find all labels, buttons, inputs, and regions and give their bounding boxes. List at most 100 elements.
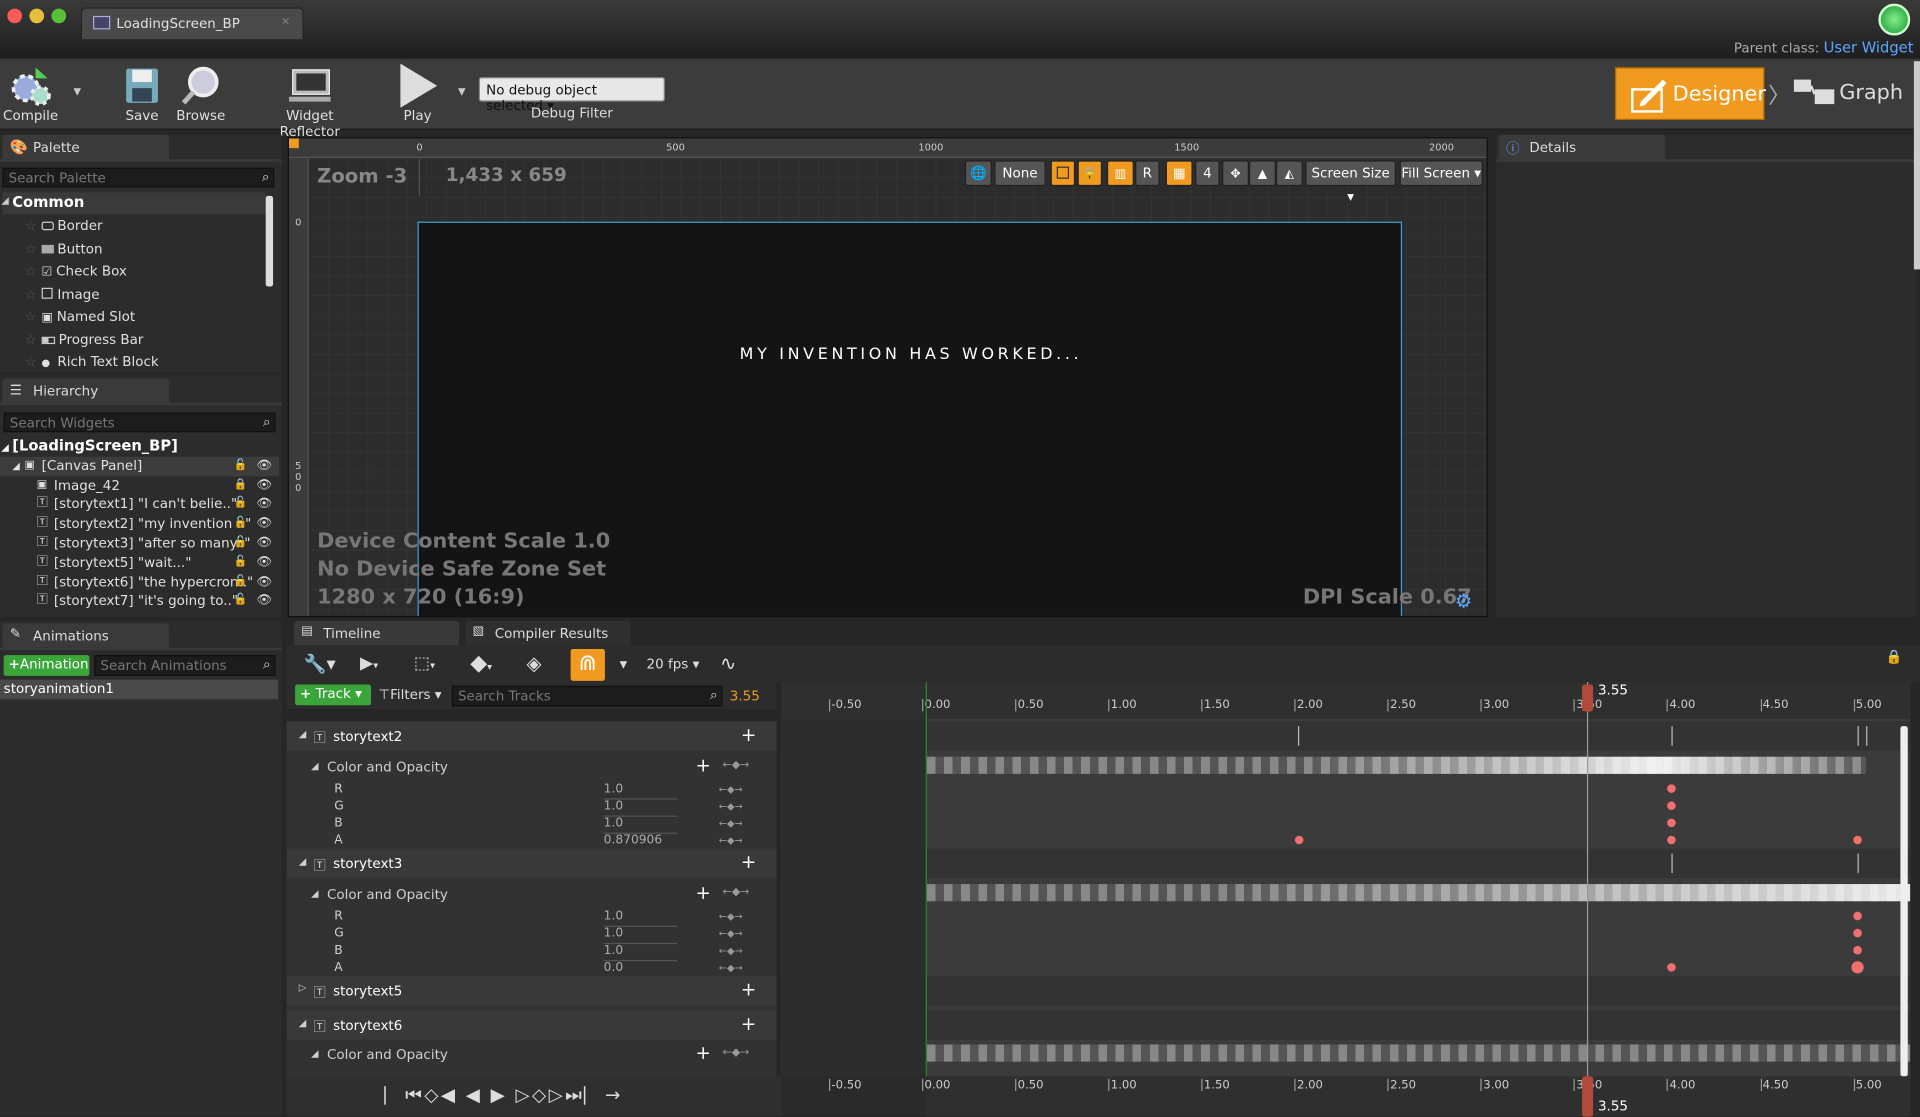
- visibility-eye-icon[interactable]: 👁: [256, 476, 272, 494]
- source-control-status-icon[interactable]: [1878, 3, 1911, 36]
- keyframe[interactable]: [1667, 818, 1676, 828]
- fps-select[interactable]: 20 fps ▾: [647, 656, 700, 672]
- screen-size-select[interactable]: Screen Size ▾: [1305, 160, 1396, 204]
- transform-mode-button[interactable]: ✥: [1222, 160, 1249, 187]
- visibility-eye-icon[interactable]: 👁: [256, 573, 272, 591]
- lock-icon[interactable]: 🔒: [234, 476, 248, 494]
- keyframe[interactable]: [1853, 928, 1862, 938]
- key-navigation-icon[interactable]: ←◆→: [719, 798, 743, 815]
- transport-buttons[interactable]: ⎸⏮◇◀ ◀ ▶ ▷◇▷⏭⎸→: [384, 1084, 622, 1106]
- add-key-plus-icon[interactable]: +: [696, 754, 711, 776]
- key-interpolation-icon[interactable]: ◆▾: [470, 650, 492, 676]
- compiler-results-tab[interactable]: ▧ Compiler Results: [465, 620, 631, 646]
- outline-toggle-button[interactable]: [1050, 160, 1076, 187]
- hierarchy-item-storytext3[interactable]: 🅃 [storytext3] "after so many.." 🔓 👁: [0, 534, 279, 553]
- track-storytext6[interactable]: ◢ 🅃 storytext6 +: [286, 1010, 777, 1040]
- keyframe[interactable]: [1667, 784, 1676, 793]
- key-navigation-icon[interactable]: ←◆→: [719, 926, 743, 943]
- palette-search-input[interactable]: Search Palette ⌕: [2, 167, 275, 188]
- playhead-handle[interactable]: [1582, 1076, 1594, 1117]
- key-navigation-icon[interactable]: ←◆→: [722, 759, 749, 771]
- minimize-window-button[interactable]: [29, 8, 45, 24]
- bottom-time-ruler[interactable]: -0.500.000.501.001.502.002.503.003.504.0…: [781, 1076, 1911, 1117]
- add-animation-button[interactable]: +Animation: [3, 655, 90, 676]
- favorite-star-icon[interactable]: ☆: [24, 263, 36, 279]
- play-button[interactable]: Play: [392, 63, 443, 124]
- add-key-plus-icon[interactable]: +: [741, 1013, 756, 1035]
- hierarchy-item-canvas-panel[interactable]: ◢ ▣ [Canvas Panel] 🔓 👁: [0, 456, 280, 476]
- key-navigation-icon[interactable]: ←◆→: [719, 943, 743, 960]
- keyframe[interactable]: [1851, 961, 1864, 974]
- maximize-window-button[interactable]: [51, 8, 67, 24]
- grid-size-button[interactable]: 4: [1195, 160, 1220, 187]
- flip-button[interactable]: ◭: [1275, 160, 1303, 187]
- unlock-icon[interactable]: 🔓: [234, 534, 248, 552]
- channel-a[interactable]: A 0.0 ←◆→: [287, 960, 771, 979]
- playback-options-icon[interactable]: ▶▾: [360, 654, 378, 674]
- designer-mode-button[interactable]: Designer: [1615, 67, 1766, 121]
- property-color-and-opacity[interactable]: ◢ Color and Opacity + ←◆→: [287, 1041, 777, 1068]
- hierarchy-root[interactable]: ◢ [LoadingScreen_BP]: [0, 437, 279, 456]
- hierarchy-search-input[interactable]: Search Widgets ⌕: [3, 412, 276, 433]
- preview-none-button[interactable]: None: [994, 160, 1046, 187]
- unlock-icon[interactable]: 🔓: [234, 456, 248, 474]
- auto-key-icon[interactable]: ◈: [527, 651, 542, 674]
- key-navigation-icon[interactable]: ←◆→: [722, 1047, 749, 1059]
- snap-toggle-button[interactable]: ▥: [1106, 160, 1134, 187]
- search-tracks-input[interactable]: Search Tracks ⌕: [451, 685, 723, 707]
- channel-b[interactable]: B 1.0 ←◆→: [287, 816, 771, 834]
- save-button[interactable]: Save: [120, 64, 164, 124]
- channel-g[interactable]: G 1.0 ←◆→: [287, 798, 771, 817]
- respect-locks-button[interactable]: R: [1135, 160, 1160, 187]
- add-track-button[interactable]: + Track ▾: [295, 684, 372, 706]
- track-storytext5[interactable]: ▷ 🅃 storytext5 +: [286, 975, 777, 1006]
- keyframe[interactable]: [1853, 911, 1862, 921]
- add-key-plus-icon[interactable]: +: [741, 724, 756, 746]
- timeline-tab[interactable]: ▤ Timeline: [293, 620, 460, 646]
- dpi-settings-gear-icon[interactable]: ⚙: [1455, 589, 1473, 612]
- canvas-story-text[interactable]: MY INVENTION HAS WORKED...: [419, 345, 1403, 363]
- compile-options-chevron-icon[interactable]: ▼: [73, 86, 81, 97]
- browse-button[interactable]: Browse: [175, 64, 226, 124]
- favorite-star-icon[interactable]: ☆: [24, 218, 36, 234]
- favorite-star-icon[interactable]: ☆: [24, 354, 36, 370]
- key-navigation-icon[interactable]: ←◆→: [719, 833, 743, 850]
- snap-magnet-button[interactable]: ⋒: [570, 648, 605, 681]
- add-key-plus-icon[interactable]: +: [741, 978, 756, 1000]
- close-window-button[interactable]: [7, 8, 23, 24]
- hierarchy-item-storytext5[interactable]: 🅃 [storytext5] "wait..." 🔓 👁: [0, 553, 279, 572]
- hierarchy-item-storytext6[interactable]: 🅃 [storytext6] "the hypercron.." 🔓 👁: [0, 573, 279, 592]
- lock-view-icon[interactable]: 🔒: [1886, 649, 1903, 665]
- wrench-settings-icon[interactable]: 🔧▾: [304, 653, 336, 675]
- visibility-eye-icon[interactable]: 👁: [256, 553, 272, 571]
- hierarchy-item-image[interactable]: ▣ Image_42 🔒 👁: [0, 476, 279, 495]
- add-key-plus-icon[interactable]: +: [696, 1042, 711, 1064]
- visibility-eye-icon[interactable]: 👁: [256, 515, 272, 533]
- key-navigation-icon[interactable]: ←◆→: [719, 781, 743, 798]
- widget-reflector-button[interactable]: Widget Reflector: [256, 64, 364, 140]
- palette-item-check-box[interactable]: ☆ ☑ Check Box: [0, 261, 263, 284]
- debug-object-select[interactable]: No debug object selected ▾: [478, 77, 665, 114]
- visibility-eye-icon[interactable]: 👁: [256, 534, 272, 552]
- time-ruler[interactable]: [781, 682, 1911, 719]
- palette-scrollbar[interactable]: [265, 195, 274, 287]
- palette-item-progress-bar[interactable]: ☆ Progress Bar: [0, 329, 263, 352]
- palette-item-border[interactable]: ☆ Border: [0, 216, 263, 239]
- unlock-icon[interactable]: 🔓: [234, 515, 248, 533]
- localization-globe-button[interactable]: 🌐: [964, 160, 992, 187]
- favorite-star-icon[interactable]: ☆: [24, 309, 36, 325]
- channel-a[interactable]: A 0.870906 ←◆→: [287, 833, 771, 852]
- property-color-and-opacity[interactable]: ◢ Color and Opacity + ←◆→: [287, 753, 777, 780]
- palette-tab[interactable]: 🎨 Palette: [2, 134, 169, 160]
- add-key-plus-icon[interactable]: +: [741, 851, 756, 873]
- hierarchy-tab[interactable]: ☰ Hierarchy: [2, 378, 169, 403]
- favorite-star-icon[interactable]: ☆: [24, 331, 36, 347]
- grid-snap-button[interactable]: ▦: [1165, 160, 1193, 187]
- selection-range-icon[interactable]: ⬚▾: [414, 654, 435, 674]
- channel-r[interactable]: R 1.0 ←◆→: [287, 909, 771, 927]
- keyframe[interactable]: [1294, 835, 1304, 845]
- details-tab[interactable]: ⓘ Details: [1498, 134, 1666, 160]
- designer-viewport[interactable]: 0 500 1000 1500 2000 0 5 0 0 Zoom -3 1,4…: [287, 137, 1488, 618]
- parent-class-link[interactable]: User Widget: [1824, 39, 1914, 56]
- favorite-star-icon[interactable]: ☆: [24, 286, 36, 302]
